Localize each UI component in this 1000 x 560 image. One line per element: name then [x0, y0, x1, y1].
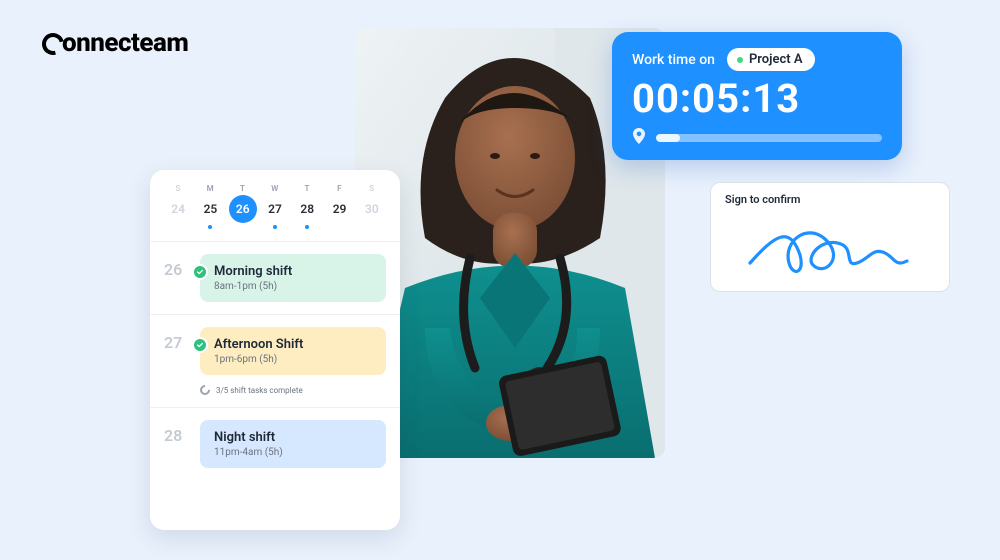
shift-tasks-progress: 3/5 shift tasks complete: [200, 385, 386, 395]
shift-row: 28 Night shift 11pm-4am (5h): [150, 407, 400, 480]
shift-card-morning[interactable]: Morning shift 8am-1pm (5h): [200, 254, 386, 302]
location-pin-icon: [632, 128, 646, 148]
shift-date-label: 27: [164, 327, 190, 352]
brand-name: onnecteam: [62, 28, 188, 58]
shift-title: Morning shift: [214, 264, 374, 279]
check-badge-icon: [192, 337, 208, 353]
calendar-days-row: 24 25 26 27 28 29 30: [150, 193, 400, 227]
calendar-dow-row: S M T W T F S: [150, 184, 400, 193]
shift-row: 26 Morning shift 8am-1pm (5h): [150, 241, 400, 314]
shift-subtitle: 11pm-4am (5h): [214, 447, 374, 458]
progress-ring-icon: [198, 383, 212, 397]
calendar-card: S M T W T F S 24 25 26 27 28 29 30 26 Mo…: [150, 170, 400, 530]
dow-label: F: [326, 184, 354, 193]
shift-title: Night shift: [214, 430, 374, 445]
timer-value: 00:05:13: [632, 75, 882, 122]
calendar-day[interactable]: 25: [196, 195, 224, 223]
shift-card-afternoon[interactable]: Afternoon Shift 1pm-6pm (5h): [200, 327, 386, 375]
location-progress-bar: [656, 134, 882, 142]
dow-label: T: [229, 184, 257, 193]
check-badge-icon: [192, 264, 208, 280]
event-dot-icon: [305, 225, 309, 229]
shift-date-label: 28: [164, 420, 190, 445]
dow-label: M: [196, 184, 224, 193]
shift-subtitle: 1pm-6pm (5h): [214, 354, 374, 365]
calendar-day-selected[interactable]: 26: [229, 195, 257, 223]
event-dot-icon: [273, 225, 277, 229]
project-name: Project A: [749, 52, 803, 67]
signature-area[interactable]: [725, 212, 935, 282]
dow-label: W: [261, 184, 289, 193]
project-pill[interactable]: Project A: [727, 48, 815, 71]
calendar-day[interactable]: 24: [164, 195, 192, 223]
tasks-progress-text: 3/5 shift tasks complete: [216, 386, 303, 395]
event-dot-icon: [208, 225, 212, 229]
calendar-day[interactable]: 27: [261, 195, 289, 223]
shift-subtitle: 8am-1pm (5h): [214, 281, 374, 292]
work-timer-card: Work time on Project A 00:05:13: [612, 32, 902, 160]
signature-label: Sign to confirm: [725, 193, 935, 206]
signature-card: Sign to confirm: [710, 182, 950, 292]
status-dot-icon: [737, 57, 743, 63]
dow-label: T: [293, 184, 321, 193]
shift-title: Afternoon Shift: [214, 337, 374, 352]
brand-logo: onnecteam: [42, 28, 188, 58]
dow-label: S: [164, 184, 192, 193]
shift-row: 27 Afternoon Shift 1pm-6pm (5h) 3/5 shif…: [150, 314, 400, 407]
timer-label: Work time on: [632, 52, 715, 68]
calendar-day[interactable]: 29: [326, 195, 354, 223]
shift-card-night[interactable]: Night shift 11pm-4am (5h): [200, 420, 386, 468]
calendar-day[interactable]: 28: [293, 195, 321, 223]
calendar-day[interactable]: 30: [358, 195, 386, 223]
dow-label: S: [358, 184, 386, 193]
shift-date-label: 26: [164, 254, 190, 279]
shift-list: 26 Morning shift 8am-1pm (5h) 27: [150, 241, 400, 480]
